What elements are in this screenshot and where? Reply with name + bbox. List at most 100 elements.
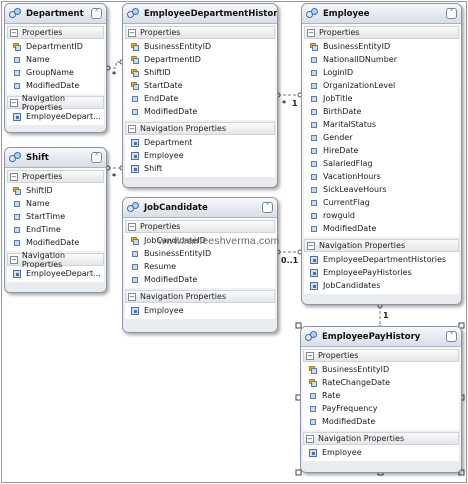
scalar-property-icon	[131, 250, 139, 258]
property-shift-id[interactable]: ShiftID	[131, 66, 275, 79]
property-current-flag[interactable]: CurrentFlag	[310, 196, 459, 209]
entity-employee-department-history[interactable]: EmployeeDepartmentHistory˄ −PropertiesBus…	[122, 3, 278, 188]
property-group-name[interactable]: GroupName	[13, 66, 104, 79]
property-hire-date[interactable]: HireDate	[310, 144, 459, 157]
property-salaried-flag[interactable]: SalariedFlag	[310, 157, 459, 170]
entity-header[interactable]: Shift ˄	[5, 148, 106, 168]
property-organization-level[interactable]: OrganizationLevel	[310, 79, 459, 92]
property-rate-change-date[interactable]: RateChangeDate	[309, 376, 459, 389]
property-business-entity-id[interactable]: BusinessEntityID	[310, 40, 459, 53]
navigation-employee[interactable]: Employee	[309, 446, 459, 459]
section-collapse-icon[interactable]: −	[307, 241, 315, 250]
properties-header[interactable]: − Properties	[7, 170, 104, 183]
navigation-employee[interactable]: Employee	[131, 304, 275, 317]
entity-employee-pay-history[interactable]: EmployeePayHistory ˄ − Properties BusinessEn…	[300, 326, 462, 473]
navigation-header[interactable]: − Navigation Properties	[304, 239, 459, 252]
section-collapse-icon[interactable]: −	[128, 222, 136, 231]
navigation-employee-depart[interactable]: EmployeeDepart...	[13, 110, 104, 123]
property-login-id[interactable]: LoginID	[310, 66, 459, 79]
properties-header[interactable]: − Properties	[125, 220, 275, 233]
property-end-date[interactable]: EndDate	[131, 92, 275, 105]
property-department-id[interactable]: DepartmentID	[13, 40, 104, 53]
navigation-header[interactable]: − Navigation Properties	[125, 122, 275, 135]
property-name[interactable]: Name	[13, 53, 104, 66]
section-collapse-icon[interactable]: −	[307, 28, 315, 37]
property-modified-date[interactable]: ModifiedDate	[309, 415, 459, 428]
entity-department[interactable]: Department ˄ − Properties DepartmentID Name Gr…	[4, 3, 107, 133]
navigation-employee-department-histories[interactable]: EmployeeDepartmentHistories	[310, 253, 459, 266]
property-rowguid[interactable]: rowguid	[310, 209, 459, 222]
collapse-icon[interactable]: ˄	[446, 8, 457, 19]
key-property-icon	[131, 42, 139, 51]
property-label: StartTime	[26, 212, 66, 221]
property-marital-status[interactable]: MaritalStatus	[310, 118, 459, 131]
property-modified-date[interactable]: ModifiedDate	[131, 273, 275, 286]
navigation-job-candidates[interactable]: JobCandidates	[310, 279, 459, 292]
entity-type-icon	[305, 330, 317, 343]
entity-employee[interactable]: Employee ˄ − Properties BusinessEntityID Nati…	[301, 3, 462, 305]
multiplicity-employee-payhistory: 1	[383, 311, 389, 320]
key-property-icon	[309, 365, 317, 374]
collapse-icon[interactable]: ˄	[91, 152, 102, 163]
property-department-id[interactable]: DepartmentID	[131, 53, 275, 66]
section-collapse-icon[interactable]: −	[128, 124, 136, 133]
collapse-icon[interactable]: ˄	[262, 202, 273, 213]
navigation-header[interactable]: − Navigation Properties	[7, 94, 104, 112]
navigation-shift[interactable]: Shift	[131, 162, 275, 175]
entity-shift[interactable]: Shift ˄ − Properties ShiftID Name StartTime End…	[4, 147, 107, 293]
property-rate[interactable]: Rate	[309, 389, 459, 402]
property-business-entity-id[interactable]: BusinessEntityID	[131, 247, 275, 260]
property-modified-date[interactable]: ModifiedDate	[310, 222, 459, 235]
property-start-date[interactable]: StartDate	[131, 79, 275, 92]
navigation-department[interactable]: Department	[131, 136, 275, 149]
property-shift-id[interactable]: ShiftID	[13, 184, 104, 197]
properties-header[interactable]: − Properties	[7, 26, 104, 39]
property-label: Name	[26, 55, 50, 64]
navigation-header[interactable]: − Navigation Properties	[303, 432, 459, 445]
navigation-employee[interactable]: Employee	[131, 149, 275, 162]
property-job-title[interactable]: JobTitle	[310, 92, 459, 105]
property-start-time[interactable]: StartTime	[13, 210, 104, 223]
collapse-icon[interactable]: ˄	[91, 8, 102, 19]
entity-header[interactable]: Department ˄	[5, 4, 106, 24]
navigation-property-label: EmployeeDepart...	[26, 112, 101, 121]
collapse-icon[interactable]: ˄	[446, 331, 457, 342]
property-gender[interactable]: Gender	[310, 131, 459, 144]
scalar-property-icon	[310, 95, 318, 103]
section-collapse-icon[interactable]: −	[306, 351, 314, 360]
entity-header[interactable]: Employee ˄	[302, 4, 461, 24]
property-resume[interactable]: Resume	[131, 260, 275, 273]
navigation-header[interactable]: − Navigation Properties	[7, 251, 104, 269]
section-collapse-icon[interactable]: −	[128, 28, 136, 37]
properties-header[interactable]: − Properties	[304, 26, 459, 39]
property-name[interactable]: Name	[13, 197, 104, 210]
section-collapse-icon[interactable]: −	[306, 434, 314, 443]
navigation-header[interactable]: − Navigation Properties	[125, 290, 275, 303]
section-collapse-icon[interactable]: −	[10, 255, 18, 264]
navigation-employee-pay-histories[interactable]: EmployeePayHistories	[310, 266, 459, 279]
property-modified-date[interactable]: ModifiedDate	[131, 105, 275, 118]
property-birth-date[interactable]: BirthDate	[310, 105, 459, 118]
entity-header[interactable]: EmployeeDepartmentHistory˄	[123, 4, 277, 24]
property-label: BirthDate	[323, 107, 362, 116]
entity-header[interactable]: EmployeePayHistory ˄	[301, 327, 461, 347]
properties-header[interactable]: − Properties	[303, 349, 459, 362]
property-sick-leave-hours[interactable]: SickLeaveHours	[310, 183, 459, 196]
section-collapse-icon[interactable]: −	[10, 98, 18, 107]
property-modified-date[interactable]: ModifiedDate	[13, 79, 104, 92]
section-collapse-icon[interactable]: −	[10, 28, 18, 37]
property-national-idnumber[interactable]: NationalIDNumber	[310, 53, 459, 66]
property-business-entity-id[interactable]: BusinessEntityID	[309, 363, 459, 376]
property-modified-date[interactable]: ModifiedDate	[13, 236, 104, 249]
property-pay-frequency[interactable]: PayFrequency	[309, 402, 459, 415]
property-vacation-hours[interactable]: VacationHours	[310, 170, 459, 183]
section-collapse-icon[interactable]: −	[10, 172, 18, 181]
entity-header[interactable]: JobCandidate ˄	[123, 198, 277, 218]
properties-header[interactable]: − Properties	[125, 26, 275, 39]
section-collapse-icon[interactable]: −	[128, 292, 136, 301]
property-business-entity-id[interactable]: BusinessEntityID	[131, 40, 275, 53]
navigation-employee-depart[interactable]: EmployeeDepart...	[13, 267, 104, 280]
property-label: OrganizationLevel	[323, 81, 396, 90]
property-end-time[interactable]: EndTime	[13, 223, 104, 236]
entity-job-candidate[interactable]: JobCandidate ˄ − Properties JobCandidateID Bu…	[122, 197, 278, 333]
